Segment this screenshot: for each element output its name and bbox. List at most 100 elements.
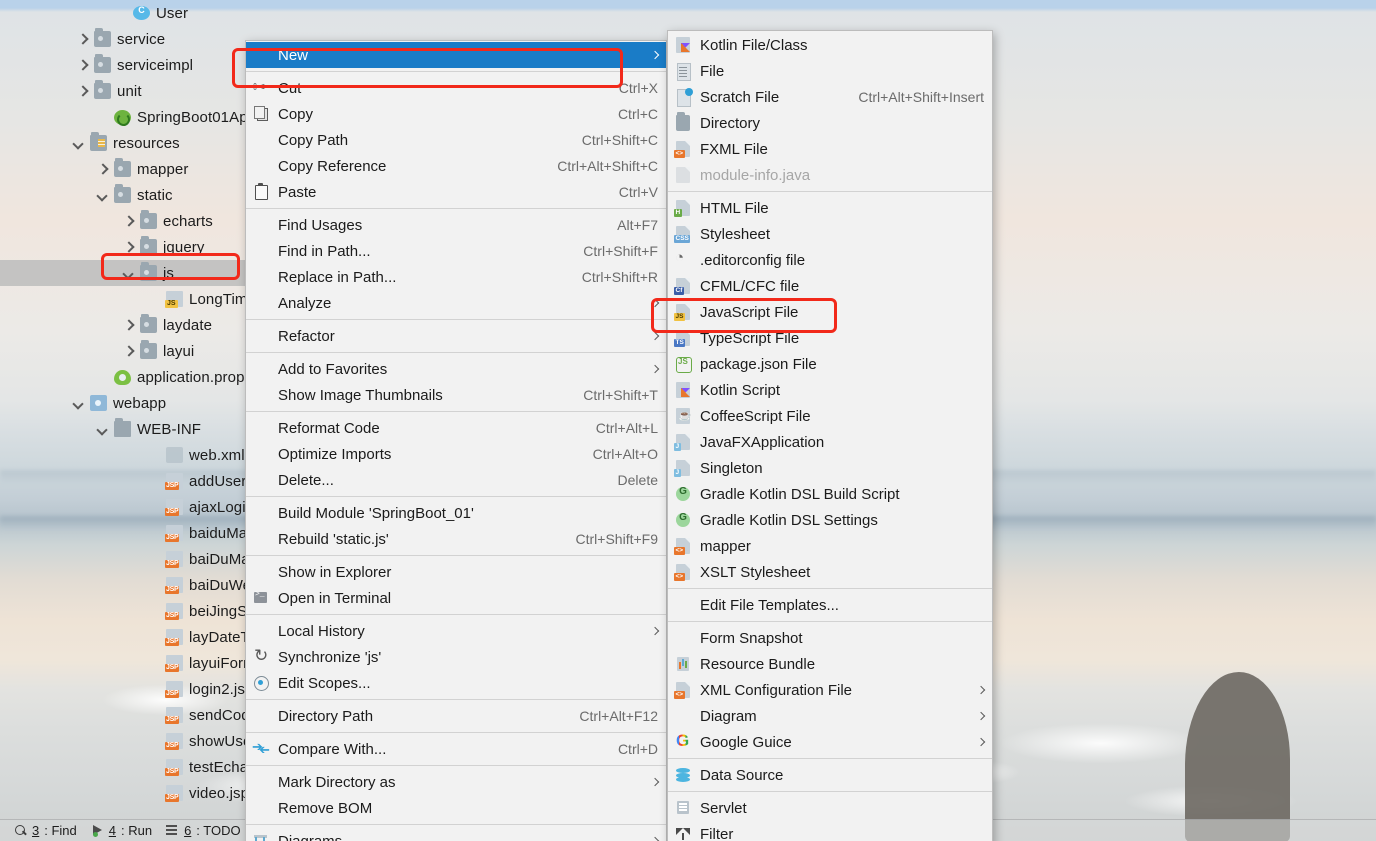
new-submenu[interactable]: Kotlin File/Class File Scratch File Ctrl+Al… (667, 30, 993, 841)
menu-item-typescript-file[interactable]: TS TypeScript File (668, 325, 992, 351)
menu-item-local-history[interactable]: Local History (246, 618, 666, 644)
tree-row-user[interactable]: User (0, 0, 275, 26)
tree-row-sendcode-jsp[interactable]: sendCode.jsp (0, 702, 282, 728)
status-bar-item-todo[interactable]: 6: TODO (166, 823, 241, 838)
tree-row-echarts[interactable]: echarts (0, 208, 275, 234)
tree-row-longtimeutils-js[interactable]: LongTimeUtils.js (0, 286, 301, 312)
menu-item-javafxapplication[interactable]: J JavaFXApplication (668, 429, 992, 455)
menu-item-compare-with[interactable]: Compare With... Ctrl+D (246, 736, 666, 762)
chevron-down-icon[interactable] (96, 423, 109, 436)
menu-item-file[interactable]: File (668, 58, 992, 84)
menu-item-xml-configuration-file[interactable]: <> XML Configuration File (668, 677, 992, 703)
menu-item-show-in-explorer[interactable]: Show in Explorer (246, 559, 666, 585)
menu-item-diagrams[interactable]: Diagrams (246, 828, 666, 841)
menu-item-diagram[interactable]: Diagram (668, 703, 992, 729)
menu-item-build-module-springboot-01[interactable]: Build Module 'SpringBoot_01' (246, 500, 666, 526)
menu-item-gradle-kotlin-dsl-settings[interactable]: Gradle Kotlin DSL Settings (668, 507, 992, 533)
tree-row-laydate[interactable]: laydate (0, 312, 275, 338)
chevron-down-icon[interactable] (96, 189, 109, 202)
menu-item-directory[interactable]: Directory (668, 110, 992, 136)
menu-item-open-in-terminal[interactable]: Open in Terminal (246, 585, 666, 611)
tree-row-webapp[interactable]: webapp (0, 390, 275, 416)
menu-item-find-usages[interactable]: Find Usages Alt+F7 (246, 212, 666, 238)
menu-item-rebuild-static-js[interactable]: Rebuild 'static.js' Ctrl+Shift+F9 (246, 526, 666, 552)
menu-item-mapper[interactable]: <> mapper (668, 533, 992, 559)
menu-item-stylesheet[interactable]: CSS Stylesheet (668, 221, 992, 247)
status-bar-item-find[interactable]: 3: Find (14, 823, 77, 838)
status-bar-item-run[interactable]: 4: Run (91, 823, 152, 838)
menu-item-edit-file-templates[interactable]: Edit File Templates... (668, 592, 992, 618)
tree-row-ajaxlogin-jsp[interactable]: ajaxLogin.jsp (0, 494, 278, 520)
menu-item-optimize-imports[interactable]: Optimize Imports Ctrl+Alt+O (246, 441, 666, 467)
chevron-right-icon[interactable] (76, 59, 89, 72)
tree-row-web-xml[interactable]: web.xml (0, 442, 275, 468)
tree-row-login2-jsp[interactable]: login2.jsp (0, 676, 275, 702)
tree-row-resources[interactable]: resources (0, 130, 275, 156)
chevron-down-icon[interactable] (122, 267, 135, 280)
menu-item-scratch-file[interactable]: Scratch File Ctrl+Alt+Shift+Insert (668, 84, 992, 110)
menu-item-replace-in-path[interactable]: Replace in Path... Ctrl+Shift+R (246, 264, 666, 290)
tree-row-mapper[interactable]: mapper (0, 156, 275, 182)
menu-item-javascript-file[interactable]: JS JavaScript File (668, 299, 992, 325)
project-context-menu[interactable]: New Cut Ctrl+X Copy Ctrl+C Copy Path Ctrl+Shif… (245, 40, 667, 841)
tree-row-laydatetest-jsp[interactable]: layDateTest.jsp (0, 624, 292, 650)
tree-row-adduser-jsp[interactable]: addUser.jsp (0, 468, 275, 494)
tree-row-showuser-jsp[interactable]: showUser.jsp (0, 728, 279, 754)
menu-item-copy-path[interactable]: Copy Path Ctrl+Shift+C (246, 127, 666, 153)
tree-row-springboot01application[interactable]: SpringBoot01Application (0, 104, 303, 130)
menu-item-delete[interactable]: Delete... Delete (246, 467, 666, 493)
menu-item-html-file[interactable]: H HTML File (668, 195, 992, 221)
menu-item-servlet[interactable]: Servlet (668, 795, 992, 821)
tree-row-web-inf[interactable]: WEB-INF (0, 416, 275, 442)
menu-item-google-guice[interactable]: Google Guice (668, 729, 992, 755)
menu-item-synchronize-js[interactable]: Synchronize 'js' (246, 644, 666, 670)
tree-row-baidumap-jsp[interactable]: baiduMap.jsp (0, 520, 279, 546)
chevron-right-icon[interactable] (76, 85, 89, 98)
tree-row-service[interactable]: service (0, 26, 275, 52)
tree-row-beijingsubway-jsp[interactable]: beiJingSubway.jsp (0, 598, 314, 624)
tree-row-application-properties[interactable]: application.properties (0, 364, 282, 390)
tree-row-jquery[interactable]: jquery (0, 234, 275, 260)
menu-item-directory-path[interactable]: Directory Path Ctrl+Alt+F12 (246, 703, 666, 729)
menu-item-cut[interactable]: Cut Ctrl+X (246, 75, 666, 101)
menu-item-xslt-stylesheet[interactable]: <> XSLT Stylesheet (668, 559, 992, 585)
menu-item-gradle-kotlin-dsl-build-script[interactable]: Gradle Kotlin DSL Build Script (668, 481, 992, 507)
menu-item-package-json-file[interactable]: package.json File (668, 351, 992, 377)
tree-row-baiduweizhi-jsp[interactable]: baiDuWeiZhi.jsp (0, 572, 299, 598)
menu-item-show-image-thumbnails[interactable]: Show Image Thumbnails Ctrl+Shift+T (246, 382, 666, 408)
menu-item-paste[interactable]: Paste Ctrl+V (246, 179, 666, 205)
menu-item-refactor[interactable]: Refactor (246, 323, 666, 349)
menu-item-add-to-favorites[interactable]: Add to Favorites (246, 356, 666, 382)
tree-row-serviceimpl[interactable]: serviceimpl (0, 52, 275, 78)
menu-item-form-snapshot[interactable]: Form Snapshot (668, 625, 992, 651)
tree-row-static[interactable]: static (0, 182, 275, 208)
menu-item-cfml-cfc-file[interactable]: Cf CFML/CFC file (668, 273, 992, 299)
chevron-right-icon[interactable] (122, 319, 135, 332)
tree-row-testecharts-jsp[interactable]: testEcharts.jsp (0, 754, 289, 780)
menu-item-reformat-code[interactable]: Reformat Code Ctrl+Alt+L (246, 415, 666, 441)
menu-item-filter[interactable]: Filter (668, 821, 992, 841)
chevron-down-icon[interactable] (72, 137, 85, 150)
menu-item-kotlin-script[interactable]: Kotlin Script (668, 377, 992, 403)
menu-item-kotlin-file-class[interactable]: Kotlin File/Class (668, 32, 992, 58)
tree-row-layuiform-jsp[interactable]: layuiForm.jsp (0, 650, 279, 676)
chevron-right-icon[interactable] (76, 33, 89, 46)
chevron-right-icon[interactable] (122, 215, 135, 228)
menu-item-copy[interactable]: Copy Ctrl+C (246, 101, 666, 127)
chevron-right-icon[interactable] (96, 163, 109, 176)
menu-item-fxml-file[interactable]: <> FXML File (668, 136, 992, 162)
project-tree[interactable]: User service serviceimpl unit SpringBoot01Ap… (0, 0, 314, 819)
menu-item-singleton[interactable]: J Singleton (668, 455, 992, 481)
menu-item-resource-bundle[interactable]: Resource Bundle (668, 651, 992, 677)
chevron-down-icon[interactable] (72, 397, 85, 410)
menu-item-mark-directory-as[interactable]: Mark Directory as (246, 769, 666, 795)
chevron-right-icon[interactable] (122, 345, 135, 358)
menu-item-new[interactable]: New (246, 42, 666, 68)
tree-row-layui[interactable]: layui (0, 338, 275, 364)
menu-item-analyze[interactable]: Analyze (246, 290, 666, 316)
menu-item-editorconfig-file[interactable]: .editorconfig file (668, 247, 992, 273)
menu-item-find-in-path[interactable]: Find in Path... Ctrl+Shift+F (246, 238, 666, 264)
menu-item-edit-scopes[interactable]: Edit Scopes... (246, 670, 666, 696)
menu-item-data-source[interactable]: Data Source (668, 762, 992, 788)
menu-item-copy-reference[interactable]: Copy Reference Ctrl+Alt+Shift+C (246, 153, 666, 179)
